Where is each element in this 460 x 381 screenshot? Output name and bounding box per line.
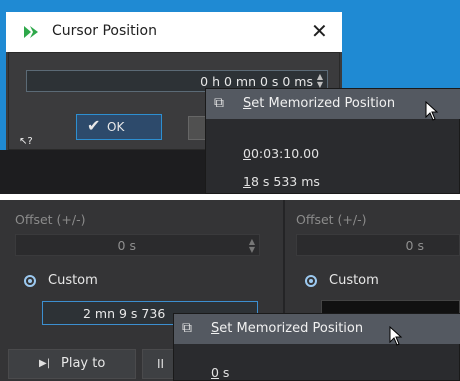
help-pointer-icon[interactable]: ↖? [19, 136, 33, 147]
custom-radio[interactable] [24, 275, 36, 287]
set-memorized-position-item[interactable]: ⧉ Set Memorized Position [174, 314, 460, 346]
offset-field[interactable]: 0 s ▲ ▼ [15, 234, 260, 256]
top-screenshot-panel: Cursor Position ✕ 0 h 0 mn 0 s 0 ms ▲ ▼ ✔… [0, 0, 460, 194]
background-dark-strip [0, 150, 210, 194]
app-logo-icon [24, 26, 38, 38]
mouse-pointer-icon [389, 326, 403, 346]
set-memorized-position-label: Set Memorized Position [243, 96, 396, 111]
spin-arrows-icon[interactable]: ▲ ▼ [317, 73, 323, 89]
checkmark-icon: ✔ [87, 116, 101, 135]
memorized-position-item[interactable]: 00:03:10.00 [243, 146, 319, 161]
offset-label: Offset (+/-) [15, 212, 86, 227]
offset-value-right: 0 s [405, 238, 424, 253]
spin-arrows-icon[interactable]: ▲ ▼ [249, 238, 255, 254]
ok-button[interactable]: ✔ OK [76, 114, 162, 140]
pause-icon: II [157, 357, 165, 371]
memorized-position-item[interactable]: 18 s 533 ms [243, 174, 320, 189]
ok-button-label: OK [107, 120, 125, 134]
dialog-title: Cursor Position [52, 23, 157, 39]
memorized-position-item[interactable]: 0 s [211, 365, 229, 380]
memorized-position-menu-bottom: ⧉ Set Memorized Position 0 s [173, 313, 460, 381]
memorize-position-icon: ⧉ [214, 95, 224, 111]
cursor-time-value: 0 h 0 mn 0 s 0 ms [200, 74, 313, 89]
memorized-position-menu: ⧉ Set Memorized Position 00:03:10.00 18 … [205, 88, 460, 194]
play-to-icon: ▶| [39, 358, 51, 369]
play-to-label: Play to [61, 356, 106, 371]
custom-label: Custom [48, 273, 98, 288]
offset-field-right[interactable]: 0 s [296, 234, 460, 256]
offset-label-right: Offset (+/-) [296, 212, 367, 227]
custom-label-right: Custom [329, 273, 379, 288]
offset-value: 0 s [117, 238, 136, 253]
close-icon[interactable]: ✕ [311, 19, 328, 43]
set-memorized-position-label: Set Memorized Position [211, 321, 364, 336]
dialog-title-bar: Cursor Position ✕ [6, 12, 342, 52]
mouse-pointer-icon [425, 101, 439, 121]
play-to-button[interactable]: ▶| Play to [8, 349, 136, 379]
custom-radio-right[interactable] [305, 275, 317, 287]
bottom-screenshot-panel: Offset (+/-) 0 s ▲ ▼ Custom 2 mn 9 s 736 … [0, 200, 460, 381]
custom-time-value: 2 mn 9 s 736 [83, 306, 166, 321]
memorize-position-icon: ⧉ [182, 320, 192, 336]
set-memorized-position-item[interactable]: ⧉ Set Memorized Position [206, 89, 460, 121]
